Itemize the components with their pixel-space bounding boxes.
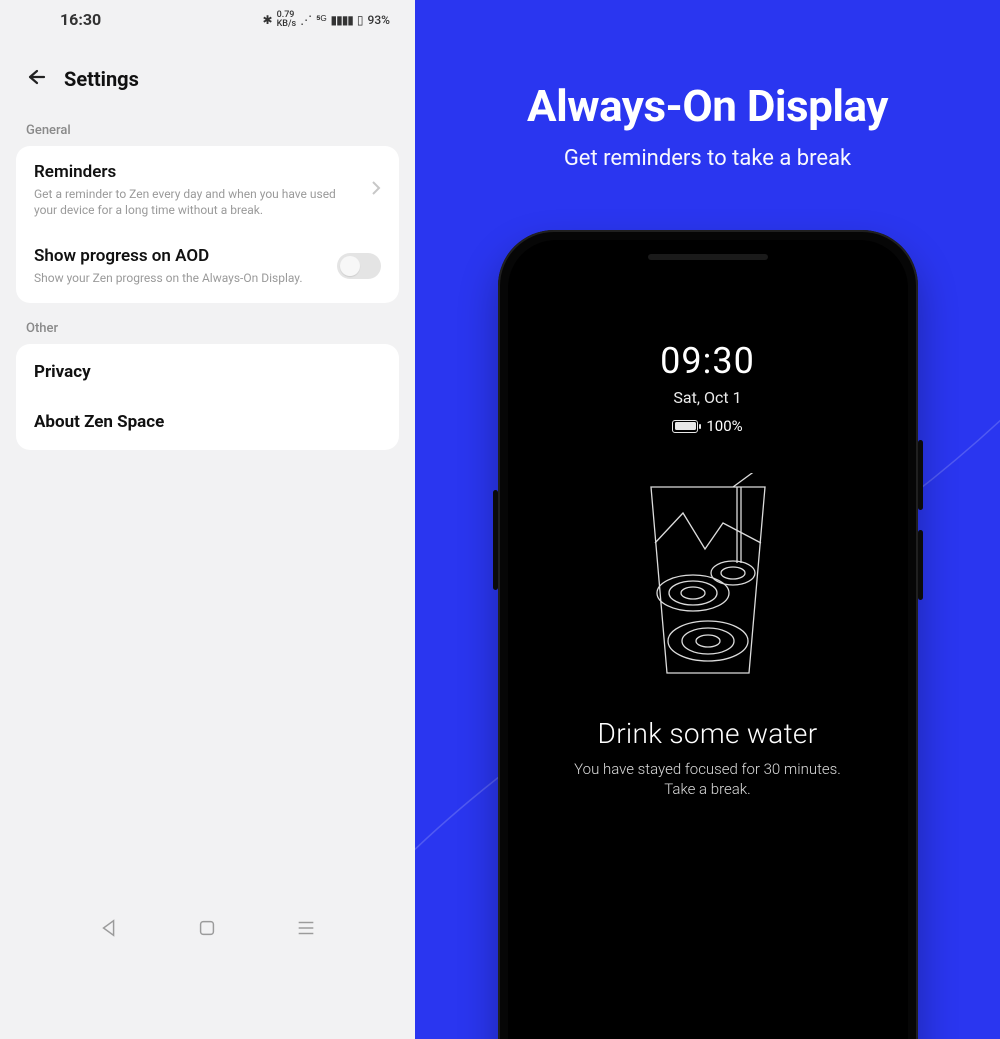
phone-side-button	[493, 490, 498, 590]
privacy-title: Privacy	[34, 362, 91, 382]
section-other-label: Other	[0, 303, 415, 344]
phone-screen: 09:30 Sat, Oct 1 100%	[508, 240, 908, 1039]
settings-screen: 16:30 ✱ 0.79KB/s ⋰ ⁵ᴳ ▮▮▮▮ ▯ 93% Setting…	[0, 0, 415, 1039]
aod-message-title: Drink some water	[508, 717, 908, 750]
battery-icon: ▯	[357, 13, 364, 27]
section-general-label: General	[0, 105, 415, 146]
promo-title: Always-On Display	[415, 80, 1000, 132]
general-card: Reminders Get a reminder to Zen every da…	[16, 146, 399, 303]
bluetooth-icon: ✱	[263, 13, 273, 27]
header: Settings	[0, 29, 415, 105]
aod-message-line2: Take a break.	[508, 780, 908, 798]
wifi-icon: ⋰	[300, 13, 312, 27]
phone-earpiece	[648, 254, 768, 260]
signal-icon: ▮▮▮▮	[330, 13, 352, 27]
about-row[interactable]: About Zen Space	[16, 400, 399, 450]
status-icons: ✱ 0.79KB/s ⋰ ⁵ᴳ ▮▮▮▮ ▯ 93%	[263, 11, 390, 29]
water-glass-icon	[633, 473, 783, 683]
nav-recent-icon[interactable]	[295, 917, 317, 939]
aod-desc: Show your Zen progress on the Always-On …	[34, 270, 327, 286]
reminders-title: Reminders	[34, 162, 361, 182]
phone-side-button	[918, 440, 923, 510]
page-title: Settings	[64, 67, 139, 91]
promo-subtitle: Get reminders to take a break	[415, 146, 1000, 171]
nav-back-icon[interactable]	[98, 917, 120, 939]
aod-content: 09:30 Sat, Oct 1 100%	[508, 340, 908, 798]
reminders-row[interactable]: Reminders Get a reminder to Zen every da…	[16, 146, 399, 234]
back-button[interactable]	[22, 65, 46, 93]
status-bar: 16:30 ✱ 0.79KB/s ⋰ ⁵ᴳ ▮▮▮▮ ▯ 93%	[0, 0, 415, 29]
privacy-row[interactable]: Privacy	[16, 344, 399, 400]
phone-mockup: 09:30 Sat, Oct 1 100%	[498, 230, 918, 1039]
aod-battery: 100%	[672, 417, 742, 435]
reminders-desc: Get a reminder to Zen every day and when…	[34, 186, 361, 218]
promo-panel: Always-On Display Get reminders to take …	[415, 0, 1000, 1039]
aod-toggle[interactable]	[337, 253, 381, 279]
aod-title: Show progress on AOD	[34, 246, 327, 266]
other-card: Privacy About Zen Space	[16, 344, 399, 450]
battery-icon	[672, 420, 698, 433]
phone-side-button	[918, 530, 923, 600]
chevron-right-icon	[371, 180, 381, 200]
aod-progress-row: Show progress on AOD Show your Zen progr…	[16, 234, 399, 302]
battery-percent: 93%	[368, 13, 390, 27]
nav-home-icon[interactable]	[196, 917, 218, 939]
aod-date: Sat, Oct 1	[508, 388, 908, 407]
battery-percent: 100%	[706, 417, 742, 435]
net-speed: 0.79KB/s	[277, 11, 297, 29]
aod-time: 09:30	[508, 340, 908, 382]
network-icon: ⁵ᴳ	[316, 13, 326, 27]
aod-message-line1: You have stayed focused for 30 minutes.	[508, 760, 908, 778]
system-navbar	[0, 917, 415, 939]
about-title: About Zen Space	[34, 412, 164, 432]
status-time: 16:30	[60, 10, 101, 29]
